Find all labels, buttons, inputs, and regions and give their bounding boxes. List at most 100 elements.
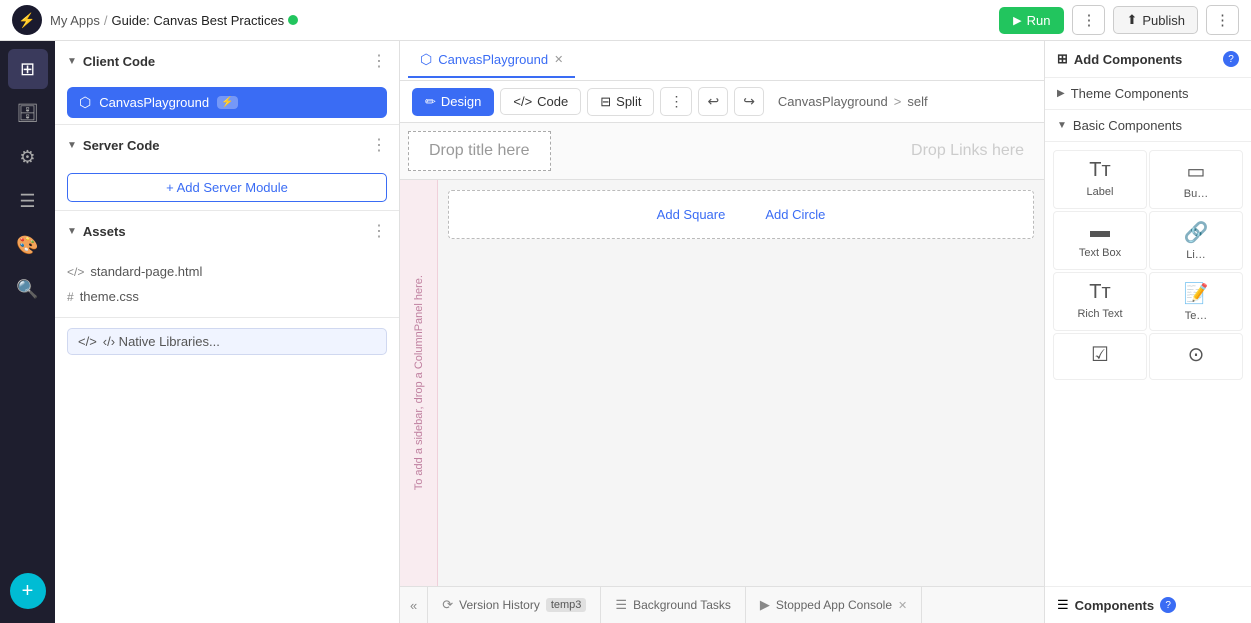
drop-title-area[interactable]: Drop title here	[408, 131, 551, 171]
undo-button[interactable]: ↩	[698, 87, 728, 116]
run-button[interactable]: ▶ Run	[999, 7, 1064, 34]
server-code-section: ▼ Server Code ⋮ + Add Server Module	[55, 125, 399, 211]
app-console-icon: ▶	[760, 597, 770, 613]
left-panel: ▼ Client Code ⋮ ⬡ CanvasPlayground ⚡ ▼ S…	[55, 41, 400, 623]
components-grid: Tт Label ▭ Bu… ▬ Text Box 🔗 Li… Tт Rich …	[1045, 142, 1251, 388]
client-code-section: ▼ Client Code ⋮ ⬡ CanvasPlayground ⚡	[55, 41, 399, 125]
sidebar-icon-plus[interactable]: +	[8, 571, 48, 611]
toolbar-more-button[interactable]: ⋮	[660, 87, 692, 116]
theme-components-section[interactable]: ▶ Theme Components	[1045, 78, 1251, 110]
canvas-body: Drop title here Drop Links here To add a…	[400, 123, 1044, 586]
components-help-badge[interactable]: ?	[1160, 597, 1176, 613]
asset-item-html[interactable]: </> standard-page.html	[67, 259, 387, 284]
basic-components-section[interactable]: ▼ Basic Components	[1045, 110, 1251, 142]
top-nav-right: ▶ Run ⋮ ⬆ Publish ⋮	[999, 5, 1239, 35]
breadcrumb-apps-link[interactable]: My Apps	[50, 13, 100, 28]
add-square-button[interactable]: Add Square	[657, 207, 726, 222]
css-file-icon: #	[67, 290, 74, 304]
component-radio[interactable]: ⊙	[1149, 333, 1243, 380]
server-section-body: + Add Server Module	[55, 165, 399, 210]
publish-button[interactable]: ⬆ Publish	[1113, 6, 1198, 34]
add-components-help[interactable]: ?	[1223, 51, 1239, 67]
canvas-playground-item[interactable]: ⬡ CanvasPlayground ⚡	[67, 87, 387, 118]
component-link[interactable]: 🔗 Li…	[1149, 211, 1243, 270]
assets-dots[interactable]: ⋮	[371, 221, 387, 241]
component-textbox[interactable]: ▬ Text Box	[1053, 211, 1147, 270]
sidebar-icon-list[interactable]: ☰	[8, 181, 48, 221]
canvas-tab-label: CanvasPlayground	[438, 52, 548, 67]
add-circle-button[interactable]: Add Circle	[765, 207, 825, 222]
sidebar-icon-search[interactable]: 🔍	[8, 269, 48, 309]
breadcrumb-sep: /	[104, 13, 108, 28]
html-file-icon: </>	[67, 265, 84, 279]
bottom-tab-app-console[interactable]: ▶ Stopped App Console ✕	[746, 587, 922, 623]
status-dot	[288, 15, 298, 25]
add-server-module-button[interactable]: + Add Server Module	[67, 173, 387, 202]
sidebar-icon-paint[interactable]: 🎨	[8, 225, 48, 265]
basic-components-label: Basic Components	[1073, 118, 1182, 133]
top-nav-left: ⚡ My Apps / Guide: Canvas Best Practices	[12, 5, 298, 35]
publish-more-button[interactable]: ⋮	[1206, 5, 1239, 35]
sidebar-icon-settings[interactable]: ⚙	[8, 137, 48, 177]
add-components-label: Add Components	[1074, 52, 1182, 67]
component-richtext[interactable]: Tт Rich Text	[1053, 272, 1147, 331]
add-button[interactable]: +	[10, 573, 46, 609]
richtext-component-label: Rich Text	[1077, 308, 1122, 320]
server-code-label: Server Code	[83, 138, 160, 153]
background-tasks-icon: ☰	[615, 597, 627, 613]
app-console-label: Stopped App Console	[776, 598, 892, 612]
more-button[interactable]: ⋮	[1072, 5, 1105, 35]
canvas-tab-close[interactable]: ✕	[554, 53, 563, 66]
canvas-playground-label: CanvasPlayground	[99, 95, 209, 110]
canvas-tab-playground[interactable]: ⬡ CanvasPlayground ✕	[408, 43, 575, 78]
canvas-toolbar: ✏ Design </> Code ⊟ Split ⋮ ↩ ↪ CanvasPl…	[400, 81, 1044, 123]
sidebar-icon-db[interactable]: 🗄	[8, 93, 48, 133]
publish-label: Publish	[1142, 13, 1185, 28]
app-console-close[interactable]: ✕	[898, 599, 907, 612]
canvas-tabs: ⬡ CanvasPlayground ✕	[400, 41, 1044, 81]
components-bottom: ☰ Components ?	[1045, 586, 1251, 623]
client-code-label: Client Code	[83, 54, 155, 69]
add-shape-row: Add Square Add Circle	[448, 190, 1034, 239]
split-button[interactable]: ⊟ Split	[587, 88, 654, 116]
bottom-tab-version-history[interactable]: ⟳ Version History temp3	[428, 587, 601, 623]
design-button[interactable]: ✏ Design	[412, 88, 494, 116]
right-panel-header: ⊞ Add Components ?	[1045, 41, 1251, 78]
run-label: Run	[1027, 13, 1051, 28]
sidebar-icon-grid[interactable]: ⊞	[8, 49, 48, 89]
textbox-component-icon: ▬	[1090, 220, 1110, 243]
version-history-badge: temp3	[546, 598, 587, 612]
collapse-icon: «	[410, 598, 417, 613]
component-label[interactable]: Tт Label	[1053, 150, 1147, 209]
add-components-icon: ⊞	[1057, 51, 1068, 67]
server-code-title-row: ▼ Server Code	[67, 138, 160, 153]
redo-button[interactable]: ↪	[734, 87, 764, 116]
icon-sidebar: ⊞ 🗄 ⚙ ☰ 🎨 🔍 +	[0, 41, 55, 623]
server-code-dots[interactable]: ⋮	[371, 135, 387, 155]
component-checkbox[interactable]: ☑	[1053, 333, 1147, 380]
upload-icon: ⬆	[1126, 12, 1137, 28]
canvas-top-bar: Drop title here Drop Links here	[400, 123, 1044, 180]
drop-title-text: Drop title here	[429, 142, 530, 159]
native-lib-icon: </>	[78, 334, 97, 349]
client-code-title-row: ▼ Client Code	[67, 54, 155, 69]
breadcrumb-current: Guide: Canvas Best Practices	[111, 13, 284, 28]
lightning-badge: ⚡	[217, 96, 237, 109]
text-component-icon: 📝	[1184, 281, 1209, 306]
main-layout: ⊞ 🗄 ⚙ ☰ 🎨 🔍 + ▼ Client Code ⋮ ⬡ CanvasPl…	[0, 41, 1251, 623]
drop-links-area[interactable]: Drop Links here	[559, 123, 1045, 179]
collapse-button[interactable]: «	[400, 587, 428, 623]
bottom-tab-background-tasks[interactable]: ☰ Background Tasks	[601, 587, 746, 623]
code-button[interactable]: </> Code	[500, 88, 581, 115]
canvas-content-body: Add Square Add Circle	[438, 180, 1044, 586]
asset-item-css[interactable]: # theme.css	[67, 284, 387, 309]
component-button[interactable]: ▭ Bu…	[1149, 150, 1243, 209]
client-code-header[interactable]: ▼ Client Code ⋮	[55, 41, 399, 81]
assets-header[interactable]: ▼ Assets ⋮	[55, 211, 399, 251]
server-code-header[interactable]: ▼ Server Code ⋮	[55, 125, 399, 165]
background-tasks-label: Background Tasks	[633, 598, 731, 612]
component-text[interactable]: 📝 Te…	[1149, 272, 1243, 331]
assets-section: ▼ Assets ⋮ </> standard-page.html # them…	[55, 211, 399, 318]
native-libraries-button[interactable]: </> ‹/› Native Libraries...	[67, 328, 387, 355]
client-code-dots[interactable]: ⋮	[371, 51, 387, 71]
